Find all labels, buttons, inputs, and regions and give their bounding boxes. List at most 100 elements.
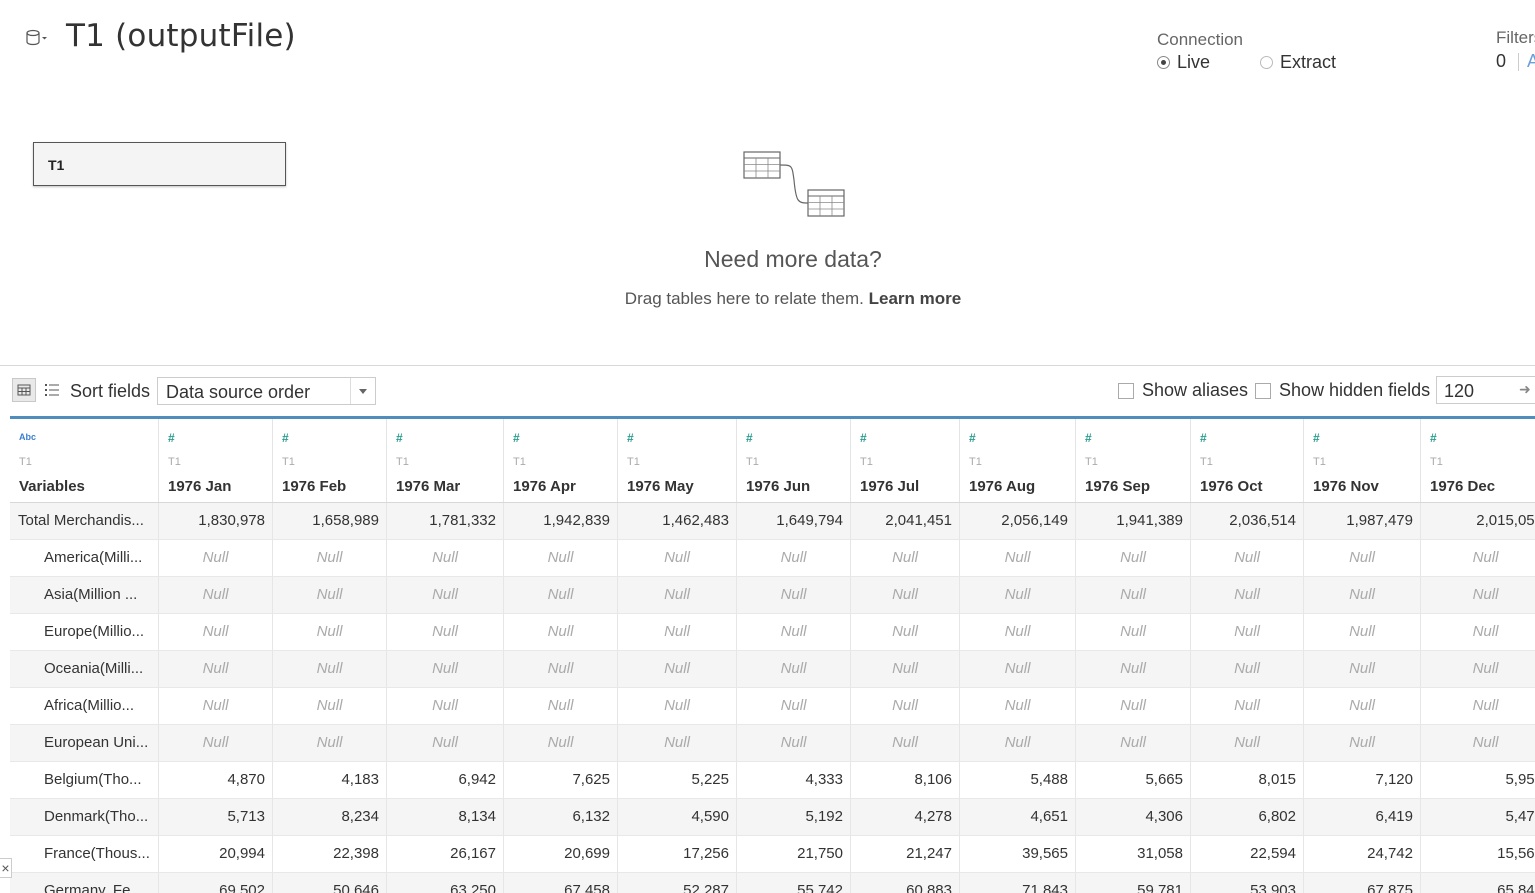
data-cell: Null: [618, 540, 737, 576]
relationship-tables-icon: [743, 151, 845, 217]
filters-divider: [1518, 53, 1519, 71]
column-header[interactable]: # T1 1976 Sep: [1076, 419, 1191, 503]
row-label-cell: Germany, Fe...: [10, 873, 159, 893]
data-cell: Null: [504, 577, 618, 613]
column-source: T1: [969, 456, 982, 468]
column-header[interactable]: # T1 1976 Nov: [1304, 419, 1421, 503]
data-cell: Null: [1076, 540, 1191, 576]
column-header[interactable]: # T1 1976 Feb: [273, 419, 387, 503]
data-cell: Null: [1191, 651, 1304, 687]
number-type-icon[interactable]: #: [627, 431, 634, 445]
filters-add-link[interactable]: A: [1527, 51, 1535, 72]
data-cell: 22,594: [1191, 836, 1304, 872]
number-type-icon[interactable]: #: [860, 431, 867, 445]
row-gutter: [0, 416, 10, 893]
row-label-cell: Europe(Millio...: [10, 614, 159, 650]
column-source: T1: [1430, 456, 1443, 468]
column-source: T1: [627, 456, 640, 468]
data-cell: Null: [851, 577, 960, 613]
data-cell: Null: [273, 725, 387, 761]
column-header[interactable]: # T1 1976 Jul: [851, 419, 960, 503]
data-cell: Null: [1076, 651, 1191, 687]
radio-unselected-icon: [1260, 56, 1273, 69]
data-cell: 4,333: [737, 762, 851, 798]
row-label-cell: France(Thous...: [10, 836, 159, 872]
grid-view-button[interactable]: [12, 378, 36, 402]
data-cell: 8,106: [851, 762, 960, 798]
number-type-icon[interactable]: #: [969, 431, 976, 445]
data-cell: Null: [1304, 577, 1421, 613]
show-hidden-fields-checkbox[interactable]: Show hidden fields: [1255, 380, 1430, 401]
data-cell: 8,015: [1191, 762, 1304, 798]
sort-fields-select[interactable]: Data source order: [157, 377, 376, 405]
number-type-icon[interactable]: #: [1430, 431, 1437, 445]
data-cell: Null: [387, 577, 504, 613]
extract-radio[interactable]: Extract: [1260, 52, 1336, 73]
data-cell: Null: [1421, 651, 1535, 687]
number-type-icon[interactable]: #: [513, 431, 520, 445]
database-dropdown-icon[interactable]: [26, 29, 48, 47]
data-cell: Null: [960, 725, 1076, 761]
column-header[interactable]: # T1 1976 Oct: [1191, 419, 1304, 503]
number-type-icon[interactable]: #: [282, 431, 289, 445]
data-cell: 5,958: [1421, 762, 1535, 798]
data-cell: Null: [504, 725, 618, 761]
data-cell: 52,287: [618, 873, 737, 893]
data-cell: Null: [1421, 725, 1535, 761]
data-cell: 2,036,514: [1191, 503, 1304, 539]
data-cell: 8,234: [273, 799, 387, 835]
logical-table-label: T1: [48, 157, 65, 173]
data-cell: Null: [851, 651, 960, 687]
data-cell: Null: [1421, 688, 1535, 724]
learn-more-link[interactable]: Learn more: [869, 289, 962, 308]
data-cell: Null: [851, 540, 960, 576]
number-type-icon[interactable]: #: [168, 431, 175, 445]
data-cell: Null: [618, 725, 737, 761]
metadata-list-icon[interactable]: [43, 381, 61, 399]
column-header[interactable]: # T1 1976 Mar: [387, 419, 504, 503]
column-header[interactable]: # T1 1976 Jun: [737, 419, 851, 503]
row-label-cell: Belgium(Tho...: [10, 762, 159, 798]
column-header[interactable]: Abc T1 Variables: [10, 419, 159, 503]
logical-table-T1[interactable]: T1: [33, 142, 286, 186]
data-cell: 20,994: [159, 836, 273, 872]
data-cell: Null: [159, 540, 273, 576]
data-cell: 20,699: [504, 836, 618, 872]
live-radio[interactable]: Live: [1157, 52, 1210, 73]
number-type-icon[interactable]: #: [1200, 431, 1207, 445]
data-cell: Null: [960, 540, 1076, 576]
number-type-icon[interactable]: #: [1085, 431, 1092, 445]
data-cell: 1,987,479: [1304, 503, 1421, 539]
column-header[interactable]: # T1 1976 Aug: [960, 419, 1076, 503]
close-icon[interactable]: ×: [0, 858, 12, 878]
row-label-cell: Denmark(Tho...: [10, 799, 159, 835]
column-name: 1976 Sep: [1085, 478, 1151, 495]
checkbox-box: [1118, 382, 1134, 399]
data-cell: Null: [1191, 540, 1304, 576]
data-cell: 1,658,989: [273, 503, 387, 539]
drag-hint-text: Drag tables here to relate them.: [624, 289, 864, 308]
data-cell: Null: [504, 540, 618, 576]
column-header[interactable]: # T1 1976 Apr: [504, 419, 618, 503]
column-name: 1976 Jun: [746, 478, 811, 495]
number-type-icon[interactable]: #: [396, 431, 403, 445]
data-cell: Null: [1304, 540, 1421, 576]
number-type-icon[interactable]: #: [746, 431, 753, 445]
column-header[interactable]: # T1 1976 Dec: [1421, 419, 1535, 503]
show-aliases-checkbox[interactable]: Show aliases: [1118, 380, 1248, 401]
page-title[interactable]: T1 (outputFile): [66, 18, 296, 54]
data-cell: 5,475: [1421, 799, 1535, 835]
column-source: T1: [860, 456, 873, 468]
checkbox-box: [1255, 382, 1271, 399]
number-type-icon[interactable]: #: [1313, 431, 1320, 445]
arrow-right-icon[interactable]: ➜: [1519, 381, 1531, 398]
live-label: Live: [1177, 52, 1211, 72]
data-cell: 26,167: [387, 836, 504, 872]
data-cell: 71,843: [960, 873, 1076, 893]
string-type-icon[interactable]: Abc: [19, 432, 36, 442]
data-cell: 4,651: [960, 799, 1076, 835]
column-header[interactable]: # T1 1976 May: [618, 419, 737, 503]
column-header[interactable]: # T1 1976 Jan: [159, 419, 273, 503]
data-cell: Null: [1076, 614, 1191, 650]
data-cell: Null: [504, 651, 618, 687]
